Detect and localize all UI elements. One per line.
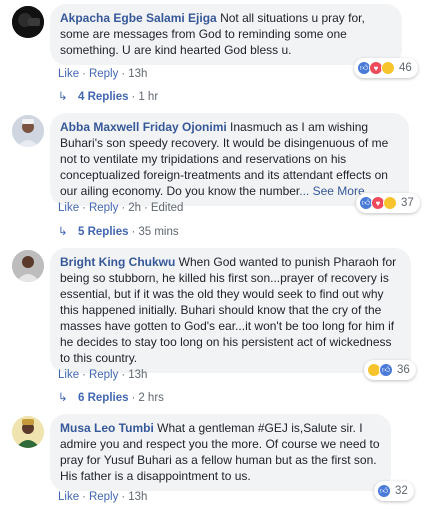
avatar[interactable] xyxy=(12,416,44,448)
haha-icon xyxy=(381,61,395,75)
comment-bubble: Musa Leo Tumbi What a gentleman #GEJ is,… xyxy=(50,414,391,491)
comment-actions: Like · Reply · 13h xyxy=(58,68,148,80)
replies-count[interactable]: 4 Replies xyxy=(78,91,129,103)
like-link[interactable]: Like xyxy=(58,68,79,80)
reply-link[interactable]: Reply xyxy=(89,369,118,381)
comment-time[interactable]: 13h xyxy=(128,369,147,381)
comment-bubble: Bright King Chukwu When God wanted to pu… xyxy=(50,248,411,373)
like-icon: 👍︎ xyxy=(377,484,391,498)
reply-link[interactable]: Reply xyxy=(89,202,118,214)
comment-bubble: Akpacha Egbe Salami Ejiga Not all situat… xyxy=(50,4,402,65)
replies-time: 2 hrs xyxy=(138,392,164,404)
reaction-count: 37 xyxy=(401,197,414,209)
avatar[interactable] xyxy=(12,250,44,282)
comment-time[interactable]: 13h xyxy=(128,491,147,503)
replies-count[interactable]: 5 Replies xyxy=(78,226,129,238)
reactions-summary[interactable]: 👍︎ 36 xyxy=(364,360,416,380)
reaction-count: 32 xyxy=(395,485,408,497)
like-link[interactable]: Like xyxy=(58,202,79,214)
reply-arrow-icon: ↳ xyxy=(58,392,68,404)
replies-count[interactable]: 6 Replies xyxy=(78,392,129,404)
comment-bubble: Abba Maxwell Friday Ojonimi Inasmuch as … xyxy=(50,113,409,206)
avatar[interactable] xyxy=(12,6,44,38)
comment-author[interactable]: Abba Maxwell Friday Ojonimi xyxy=(60,120,227,134)
reactions-summary[interactable]: 👍︎ ♥ 37 xyxy=(356,193,420,213)
comment-time[interactable]: 13h xyxy=(128,68,147,80)
see-more-link[interactable]: ... See More xyxy=(299,184,364,198)
edited-label[interactable]: Edited xyxy=(151,202,184,214)
replies-row[interactable]: ↳ 5 Replies · 35 mins xyxy=(58,224,179,240)
reactions-summary[interactable]: 👍︎ ♥ 46 xyxy=(354,58,418,78)
like-icon: 👍︎ xyxy=(379,363,393,377)
avatar[interactable] xyxy=(12,115,44,147)
comment-actions: Like · Reply · 13h xyxy=(58,491,148,503)
reaction-count: 46 xyxy=(399,62,412,74)
replies-row[interactable]: ↳ 4 Replies · 1 hr xyxy=(58,89,158,105)
like-link[interactable]: Like xyxy=(58,369,79,381)
replies-time: 35 mins xyxy=(138,226,179,238)
reply-arrow-icon: ↳ xyxy=(58,91,68,103)
wow-icon xyxy=(383,196,397,210)
comment-author[interactable]: Akpacha Egbe Salami Ejiga xyxy=(60,11,217,25)
comment-text: When God wanted to punish Pharaoh for be… xyxy=(60,255,397,365)
reactions-summary[interactable]: 👍︎ 32 xyxy=(374,481,414,501)
reaction-count: 36 xyxy=(397,364,410,376)
comment-actions: Like · Reply · 13h xyxy=(58,369,148,381)
comment-author[interactable]: Bright King Chukwu xyxy=(60,255,175,269)
replies-row[interactable]: ↳ 6 Replies · 2 hrs xyxy=(58,390,164,406)
reply-link[interactable]: Reply xyxy=(89,491,118,503)
comment-author[interactable]: Musa Leo Tumbi xyxy=(60,421,154,435)
like-link[interactable]: Like xyxy=(58,491,79,503)
replies-time: 1 hr xyxy=(138,91,159,103)
comment-actions: Like · Reply · 2h · Edited xyxy=(58,202,184,214)
reply-link[interactable]: Reply xyxy=(89,68,118,80)
comment-time[interactable]: 2h xyxy=(128,202,141,214)
reply-arrow-icon: ↳ xyxy=(58,226,68,238)
